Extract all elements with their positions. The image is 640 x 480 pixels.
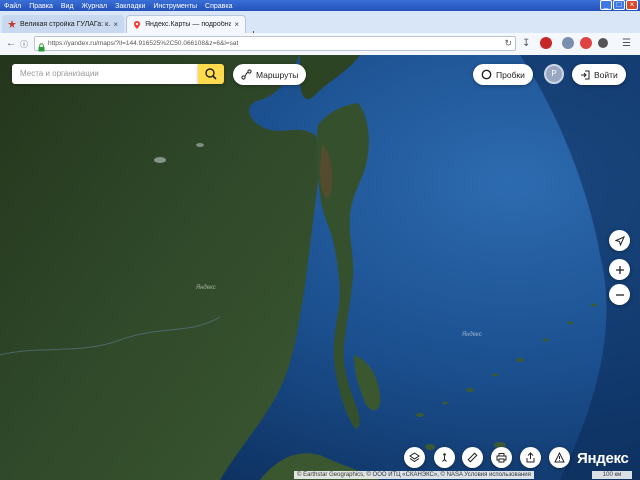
menu-view[interactable]: Вид — [57, 0, 78, 11]
map-watermark: Яндекс — [196, 285, 216, 291]
login-button[interactable]: Войти — [572, 64, 626, 85]
info-icon[interactable]: ⓘ — [20, 39, 28, 51]
report-error-button[interactable] — [549, 447, 570, 468]
map-pin-favicon-icon — [133, 20, 141, 29]
close-window-button[interactable]: × — [626, 0, 638, 10]
menu-history[interactable]: Журнал — [78, 0, 112, 11]
star-favicon-icon — [8, 20, 16, 28]
search-input[interactable]: Места и организации — [12, 64, 198, 84]
geolocation-button[interactable] — [609, 230, 630, 251]
share-icon — [526, 452, 535, 463]
menu-file[interactable]: Файл — [0, 0, 25, 11]
search-button[interactable] — [198, 64, 224, 84]
routes-button[interactable]: Маршруты — [233, 64, 307, 85]
tab-label: Великая стройка ГУЛАГа: к… — [20, 20, 111, 28]
record-extension-icon[interactable] — [580, 37, 592, 49]
warning-icon — [554, 452, 565, 463]
traffic-icon — [481, 69, 492, 80]
login-icon — [581, 70, 590, 79]
traffic-button[interactable]: Пробки — [473, 64, 533, 85]
lock-icon — [38, 39, 45, 52]
satellite-map[interactable] — [0, 55, 640, 480]
scale-bar: 100 км — [592, 471, 632, 479]
plus-icon — [615, 265, 624, 274]
menu-tools[interactable]: Инструменты — [149, 0, 201, 11]
share-button[interactable] — [520, 447, 541, 468]
printer-icon — [496, 453, 507, 463]
menu-edit[interactable]: Правка — [25, 0, 57, 11]
tab-gulag[interactable]: Великая стройка ГУЛАГа: к… × — [2, 15, 124, 33]
map-imagery — [0, 55, 640, 480]
back-arrow-icon[interactable]: ← — [6, 38, 16, 50]
menu-help[interactable]: Справка — [201, 0, 236, 11]
hamburger-menu-icon[interactable]: ☰ — [622, 38, 631, 50]
tab-strip: Великая стройка ГУЛАГа: к… × Яндекс.Карт… — [0, 11, 640, 40]
parking-button[interactable]: P — [544, 64, 564, 84]
traffic-label: Пробки — [496, 69, 525, 80]
tab-yandex-maps[interactable]: Яндекс.Карты — подробна… × — [126, 15, 246, 33]
url-bar[interactable]: https://yandex.ru/maps/?ll=144.916525%2C… — [34, 36, 516, 52]
pegman-icon — [442, 453, 447, 462]
tab-close-icon[interactable]: × — [234, 20, 239, 29]
adblock-extension-icon[interactable] — [540, 37, 552, 49]
menu-bar: Файл Правка Вид Журнал Закладки Инструме… — [0, 0, 237, 11]
maximize-button[interactable]: □ — [613, 0, 625, 10]
ruler-button[interactable] — [462, 447, 483, 468]
routes-label: Маршруты — [256, 69, 299, 80]
navigation-bar: ← ⓘ https://yandex.ru/maps/?ll=144.91652… — [0, 33, 640, 56]
location-arrow-icon — [614, 235, 625, 246]
reload-icon[interactable]: ↻ — [504, 38, 512, 49]
minus-icon — [615, 293, 624, 296]
ruler-icon — [467, 452, 478, 463]
zoom-out-button[interactable] — [609, 284, 630, 305]
yandex-logo: Яндекс — [577, 450, 629, 467]
search-icon — [205, 68, 217, 80]
tab-label: Яндекс.Карты — подробна… — [145, 21, 232, 28]
layers-button[interactable] — [404, 447, 425, 468]
zoom-in-button[interactable] — [609, 259, 630, 280]
panorama-button[interactable] — [434, 447, 455, 468]
tab-close-icon[interactable]: × — [113, 20, 118, 29]
login-label: Войти — [594, 69, 618, 80]
copyright-text[interactable]: © Earthstar Geographics, © ООО ИТЦ «СКАН… — [294, 471, 534, 479]
window-controls: _ □ × — [600, 0, 638, 11]
url-text: https://yandex.ru/maps/?ll=144.916525%2C… — [48, 40, 239, 47]
route-icon — [241, 69, 252, 80]
extension-icon[interactable] — [562, 37, 574, 49]
menu-bookmarks[interactable]: Закладки — [111, 0, 149, 11]
minimize-button[interactable]: _ — [600, 0, 612, 10]
layers-icon — [409, 452, 420, 463]
print-button[interactable] — [491, 447, 512, 468]
ghost-extension-icon[interactable] — [598, 38, 608, 48]
map-watermark: Яндекс — [462, 332, 482, 338]
download-icon[interactable]: ↧ — [522, 38, 530, 50]
